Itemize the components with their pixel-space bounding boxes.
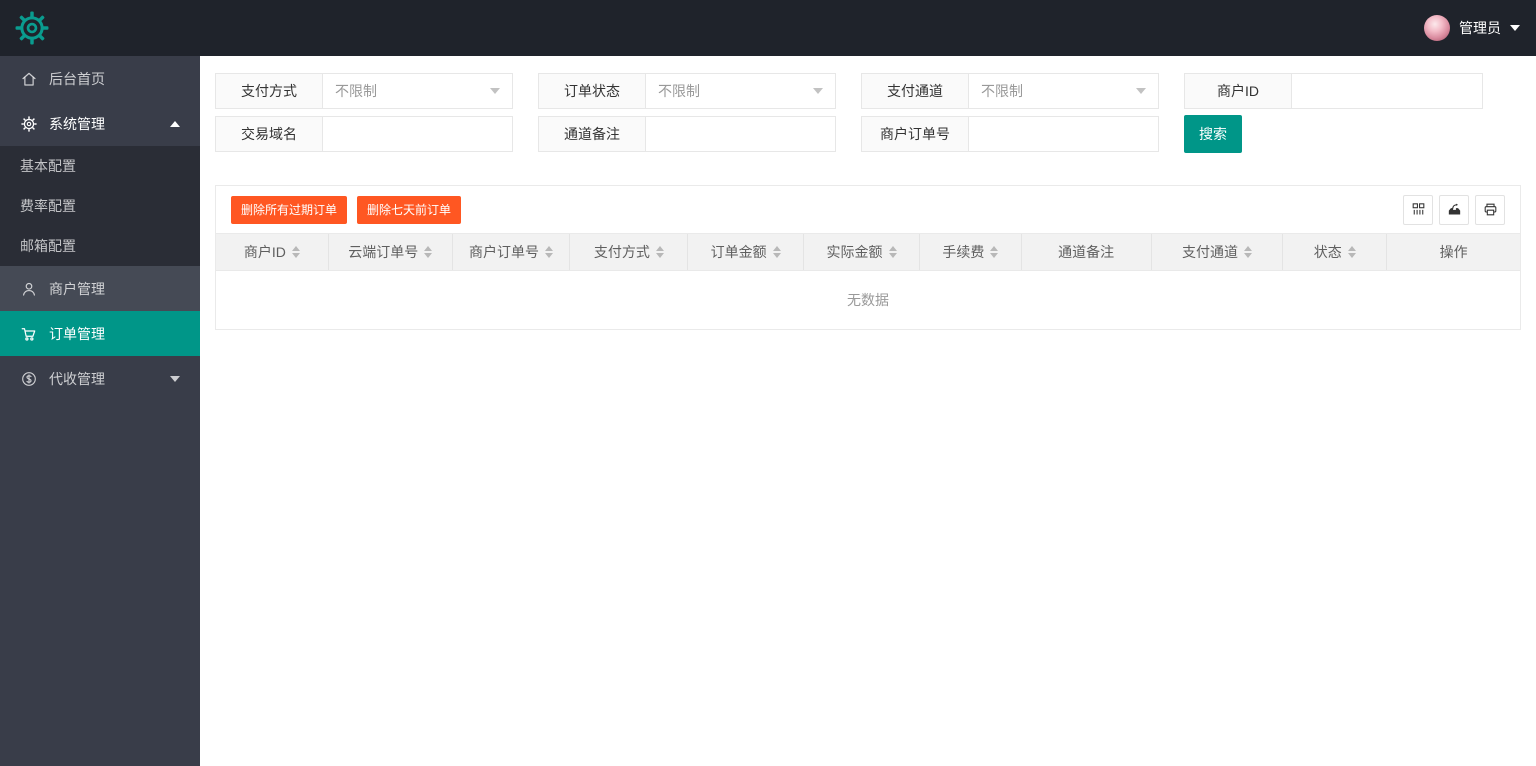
user-icon: [20, 280, 38, 298]
sidebar-item-label: 后台首页: [49, 69, 105, 89]
sidebar-item-label: 基本配置: [20, 156, 76, 176]
filter-label: 支付方式: [216, 74, 323, 108]
sort-icon: [1348, 246, 1356, 258]
chevron-down-icon: [813, 88, 823, 94]
column-header-merchant-order-no[interactable]: 商户订单号: [453, 234, 571, 270]
sort-icon: [545, 246, 553, 258]
sort-icon: [990, 246, 998, 258]
dollar-icon: [20, 370, 38, 388]
filter-label: 支付通道: [862, 74, 969, 108]
sidebar-item-collection[interactable]: 代收管理: [0, 356, 200, 401]
avatar: [1424, 15, 1450, 41]
sidebar-item-label: 订单管理: [49, 324, 105, 344]
filter-payment-method: 支付方式 不限制: [215, 73, 513, 109]
order-status-select[interactable]: 不限制: [646, 74, 835, 108]
sort-icon: [424, 246, 432, 258]
filter-channel-remark: 通道备注: [538, 116, 836, 152]
column-header-payment-channel[interactable]: 支付通道: [1152, 234, 1284, 270]
filter-payment-channel: 支付通道 不限制: [861, 73, 1159, 109]
filter-label: 交易域名: [216, 117, 323, 151]
username: 管理员: [1459, 18, 1501, 38]
payment-channel-select[interactable]: 不限制: [969, 74, 1158, 108]
app-logo-gear-icon[interactable]: [13, 9, 51, 47]
sidebar-item-label: 邮箱配置: [20, 236, 76, 256]
filter-merchant-order-no: 商户订单号: [861, 116, 1159, 152]
chevron-down-icon: [490, 88, 500, 94]
column-header-channel-remark: 通道备注: [1022, 234, 1152, 270]
column-header-status[interactable]: 状态: [1283, 234, 1387, 270]
table-empty-state: 无数据: [216, 271, 1520, 329]
trade-domain-input[interactable]: [335, 117, 500, 151]
chevron-down-icon: [1510, 25, 1520, 31]
column-header-cloud-order-no[interactable]: 云端订单号: [329, 234, 453, 270]
payment-method-select[interactable]: 不限制: [323, 74, 512, 108]
sort-icon: [1244, 246, 1252, 258]
sidebar-item-label: 费率配置: [20, 196, 76, 216]
print-button[interactable]: [1475, 195, 1505, 225]
selected-value: 不限制: [335, 81, 377, 101]
filter-trade-domain: 交易域名: [215, 116, 513, 152]
filter-merchant-id: 商户ID: [1184, 73, 1483, 109]
filter-order-status: 订单状态 不限制: [538, 73, 836, 109]
selected-value: 不限制: [658, 81, 700, 101]
sidebar: 后台首页 系统管理 基本配置: [0, 56, 200, 766]
sort-icon: [656, 246, 664, 258]
filter-label: 订单状态: [539, 74, 646, 108]
filter-label: 商户订单号: [862, 117, 969, 151]
sidebar-item-basic-config[interactable]: 基本配置: [0, 146, 200, 186]
column-header-payment-method[interactable]: 支付方式: [570, 234, 688, 270]
delete-expired-orders-button[interactable]: 删除所有过期订单: [231, 196, 347, 224]
sidebar-item-merchants[interactable]: 商户管理: [0, 266, 200, 311]
filter-label: 商户ID: [1185, 74, 1292, 108]
selected-value: 不限制: [981, 81, 1023, 101]
column-header-fee[interactable]: 手续费: [920, 234, 1022, 270]
sort-icon: [773, 246, 781, 258]
columns-filter-icon: [1410, 201, 1427, 218]
sidebar-item-label: 商户管理: [49, 279, 105, 299]
table-toolbar: 删除所有过期订单 删除七天前订单: [216, 186, 1520, 234]
column-header-actions: 操作: [1387, 234, 1520, 270]
table-tool-icons: [1403, 195, 1505, 225]
table-header-row: 商户ID 云端订单号 商户订单号 支付方式 订单金额 实际金额 手续费 通道备: [216, 234, 1520, 271]
export-button[interactable]: [1439, 195, 1469, 225]
merchant-id-input[interactable]: [1304, 74, 1470, 108]
sidebar-item-home[interactable]: 后台首页: [0, 56, 200, 101]
search-button[interactable]: 搜索: [1184, 115, 1242, 153]
sidebar-item-mail-config[interactable]: 邮箱配置: [0, 226, 200, 266]
sidebar-item-rate-config[interactable]: 费率配置: [0, 186, 200, 226]
channel-remark-input[interactable]: [658, 117, 823, 151]
print-icon: [1482, 201, 1499, 218]
column-header-actual-amount[interactable]: 实际金额: [804, 234, 920, 270]
user-menu[interactable]: 管理员: [1424, 0, 1520, 56]
topbar: 管理员: [0, 0, 1536, 56]
filter-label: 通道备注: [539, 117, 646, 151]
home-icon: [20, 70, 38, 88]
orders-table-panel: 删除所有过期订单 删除七天前订单: [215, 185, 1521, 330]
chevron-down-icon: [1136, 88, 1146, 94]
sort-icon: [292, 246, 300, 258]
delete-seven-days-orders-button[interactable]: 删除七天前订单: [357, 196, 461, 224]
cart-icon: [20, 325, 38, 343]
column-header-order-amount[interactable]: 订单金额: [688, 234, 804, 270]
column-header-merchant-id[interactable]: 商户ID: [216, 234, 329, 270]
gear-icon: [20, 115, 38, 133]
sidebar-item-orders[interactable]: 订单管理: [0, 311, 200, 356]
sidebar-item-label: 代收管理: [49, 369, 105, 389]
sort-icon: [889, 246, 897, 258]
export-icon: [1446, 201, 1463, 218]
columns-filter-button[interactable]: [1403, 195, 1433, 225]
sidebar-item-system[interactable]: 系统管理: [0, 101, 200, 146]
chevron-up-icon: [170, 121, 180, 127]
merchant-order-no-input[interactable]: [981, 117, 1146, 151]
sidebar-item-label: 系统管理: [49, 114, 105, 134]
sidebar-submenu-system: 基本配置 费率配置 邮箱配置: [0, 146, 200, 266]
chevron-down-icon: [170, 376, 180, 382]
